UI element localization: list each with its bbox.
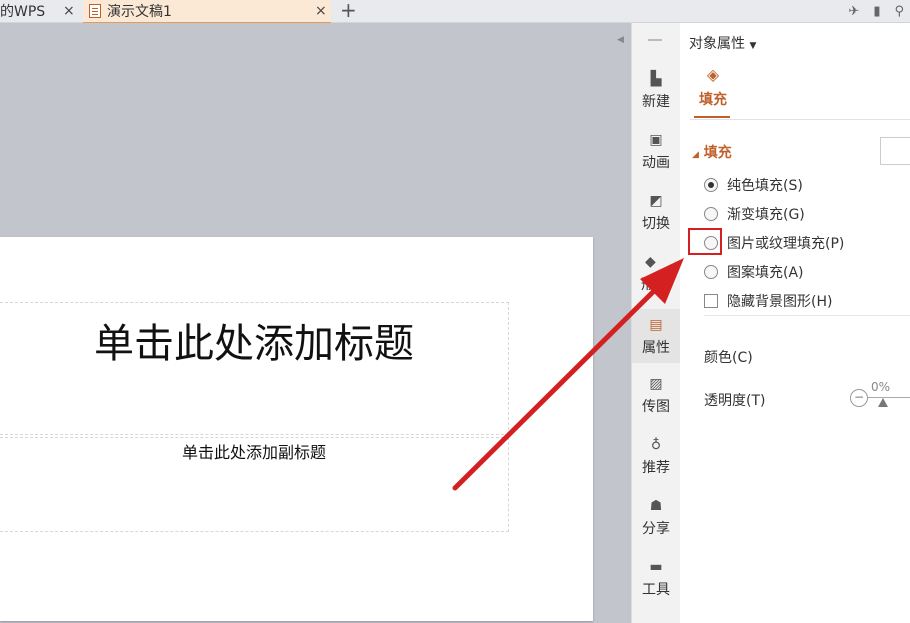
transition-icon: ◩ <box>649 193 663 209</box>
sidebar-item-label: 新建 <box>642 94 670 110</box>
toolbox-icon: ▬ <box>649 559 663 575</box>
minus-icon[interactable]: − <box>850 389 868 407</box>
sidebar-item-properties[interactable]: ▤ 属性 <box>632 309 680 363</box>
transparency-value: 0% <box>871 380 891 394</box>
option-pattern-fill[interactable]: 图案填充(A) <box>704 262 804 282</box>
sidebar-item-label: 切换 <box>642 216 670 232</box>
slide[interactable]: 单击此处添加标题 单击此处添加副标题 <box>0 237 593 621</box>
sidebar-item-label: 工具 <box>642 582 670 598</box>
option-label: 隐藏背景图形(H) <box>727 294 833 310</box>
option-label: 渐变填充(G) <box>727 207 805 223</box>
tab-wps-label: 的WPS <box>0 4 46 20</box>
close-icon[interactable]: × <box>315 3 327 19</box>
object-properties-panel: 对象属性 ▼ ◈ 填充 ◢ 填充 纯色填充(S) 渐变填充(G) 图片或纹理填充… <box>680 23 910 623</box>
panel-title-label: 对象属性 <box>689 36 745 52</box>
sidebar-item-label: 形 <box>641 277 655 293</box>
tab-bar: 的WPS × 演示文稿1 × + ✈ ▮ ⚲ <box>0 0 910 24</box>
search-icon[interactable]: ⚲ <box>894 4 904 19</box>
tab-wps[interactable]: 的WPS × <box>0 0 82 22</box>
annotation-highlight-box <box>688 228 722 255</box>
sidebar-item-recommend[interactable]: ♁ 推荐 <box>632 437 680 481</box>
sidebar-item-transition[interactable]: ◩ 切换 <box>632 193 680 237</box>
transparency-label: 透明度(T) <box>704 393 766 409</box>
tab-fill-label: 填充 <box>699 92 727 108</box>
close-icon[interactable]: × <box>63 3 75 19</box>
panel-title[interactable]: 对象属性 ▼ <box>689 33 756 53</box>
document-icon <box>89 4 101 18</box>
add-tab-button[interactable]: + <box>340 0 357 22</box>
collapse-arrow-icon[interactable]: ◀ <box>617 35 624 45</box>
fill-preview-box[interactable] <box>880 137 910 165</box>
task-sidebar: ▙ 新建 ▣ 动画 ◩ 切换 ◆ 形 ▤ 属性 ▨ 传图 ♁ 推荐 ☗ 分享 ▬… <box>631 23 681 623</box>
checkbox-hide-background[interactable] <box>704 294 718 308</box>
properties-icon: ▤ <box>649 317 663 333</box>
radio-solid-fill[interactable] <box>704 178 718 192</box>
upload-image-icon: ▨ <box>649 376 663 392</box>
sidebar-item-shape[interactable]: ◆ 形 <box>632 254 680 298</box>
sidebar-item-upload-image[interactable]: ▨ 传图 <box>632 376 680 420</box>
panel-collapse-strip: ◀ <box>613 23 631 623</box>
shape-icon: ◆ <box>645 254 656 270</box>
fill-section-header[interactable]: ◢ 填充 <box>692 142 732 162</box>
sidebar-handle[interactable] <box>648 39 662 41</box>
option-label: 图案填充(A) <box>727 265 804 281</box>
sidebar-item-tools[interactable]: ▬ 工具 <box>632 559 680 603</box>
sidebar-item-new[interactable]: ▙ 新建 <box>632 71 680 115</box>
title-bar-tools: ✈ ▮ ⚲ <box>848 0 910 22</box>
fill-section-label: 填充 <box>703 145 732 161</box>
radio-gradient-fill[interactable] <box>704 207 718 221</box>
bookmark-icon[interactable]: ▮ <box>873 4 880 19</box>
sidebar-item-label: 推荐 <box>642 460 670 476</box>
slide-canvas[interactable]: 单击此处添加标题 单击此处添加副标题 <box>0 23 613 623</box>
radio-pattern-fill[interactable] <box>704 265 718 279</box>
title-placeholder[interactable]: 单击此处添加标题 <box>0 311 508 369</box>
tab-presentation-label: 演示文稿1 <box>107 4 172 20</box>
divider <box>690 119 910 120</box>
active-tab-indicator <box>694 116 730 118</box>
share-icon: ☗ <box>649 498 663 514</box>
color-label: 颜色(C) <box>704 350 753 366</box>
option-solid-fill[interactable]: 纯色填充(S) <box>704 175 803 195</box>
collapse-triangle-icon: ◢ <box>692 150 699 160</box>
sidebar-item-label: 属性 <box>642 340 670 356</box>
tab-presentation[interactable]: 演示文稿1 × <box>83 0 331 24</box>
chevron-down-icon: ▼ <box>749 41 757 51</box>
new-file-icon: ▙ <box>650 71 662 87</box>
option-hide-background-graphics[interactable]: 隐藏背景图形(H) <box>704 291 832 311</box>
transparency-slider-thumb[interactable] <box>878 398 888 407</box>
tab-fill[interactable]: ◈ 填充 <box>696 65 730 109</box>
option-picture-texture-fill[interactable]: 图片或纹理填充(P) <box>704 233 844 253</box>
sidebar-item-animation[interactable]: ▣ 动画 <box>632 132 680 176</box>
option-label: 图片或纹理填充(P) <box>727 236 845 252</box>
animation-icon: ▣ <box>649 132 663 148</box>
option-gradient-fill[interactable]: 渐变填充(G) <box>704 204 805 224</box>
sidebar-item-label: 传图 <box>642 399 670 415</box>
divider <box>704 315 910 316</box>
paint-bucket-icon: ◈ <box>706 65 720 84</box>
recommend-icon: ♁ <box>650 437 662 453</box>
subtitle-placeholder[interactable]: 单击此处添加副标题 <box>0 439 508 463</box>
sidebar-item-share[interactable]: ☗ 分享 <box>632 498 680 542</box>
sidebar-item-label: 动画 <box>642 155 670 171</box>
skin-icon[interactable]: ✈ <box>848 4 859 19</box>
sidebar-item-label: 分享 <box>642 521 670 537</box>
transparency-slider[interactable] <box>868 397 910 398</box>
option-label: 纯色填充(S) <box>727 178 803 194</box>
